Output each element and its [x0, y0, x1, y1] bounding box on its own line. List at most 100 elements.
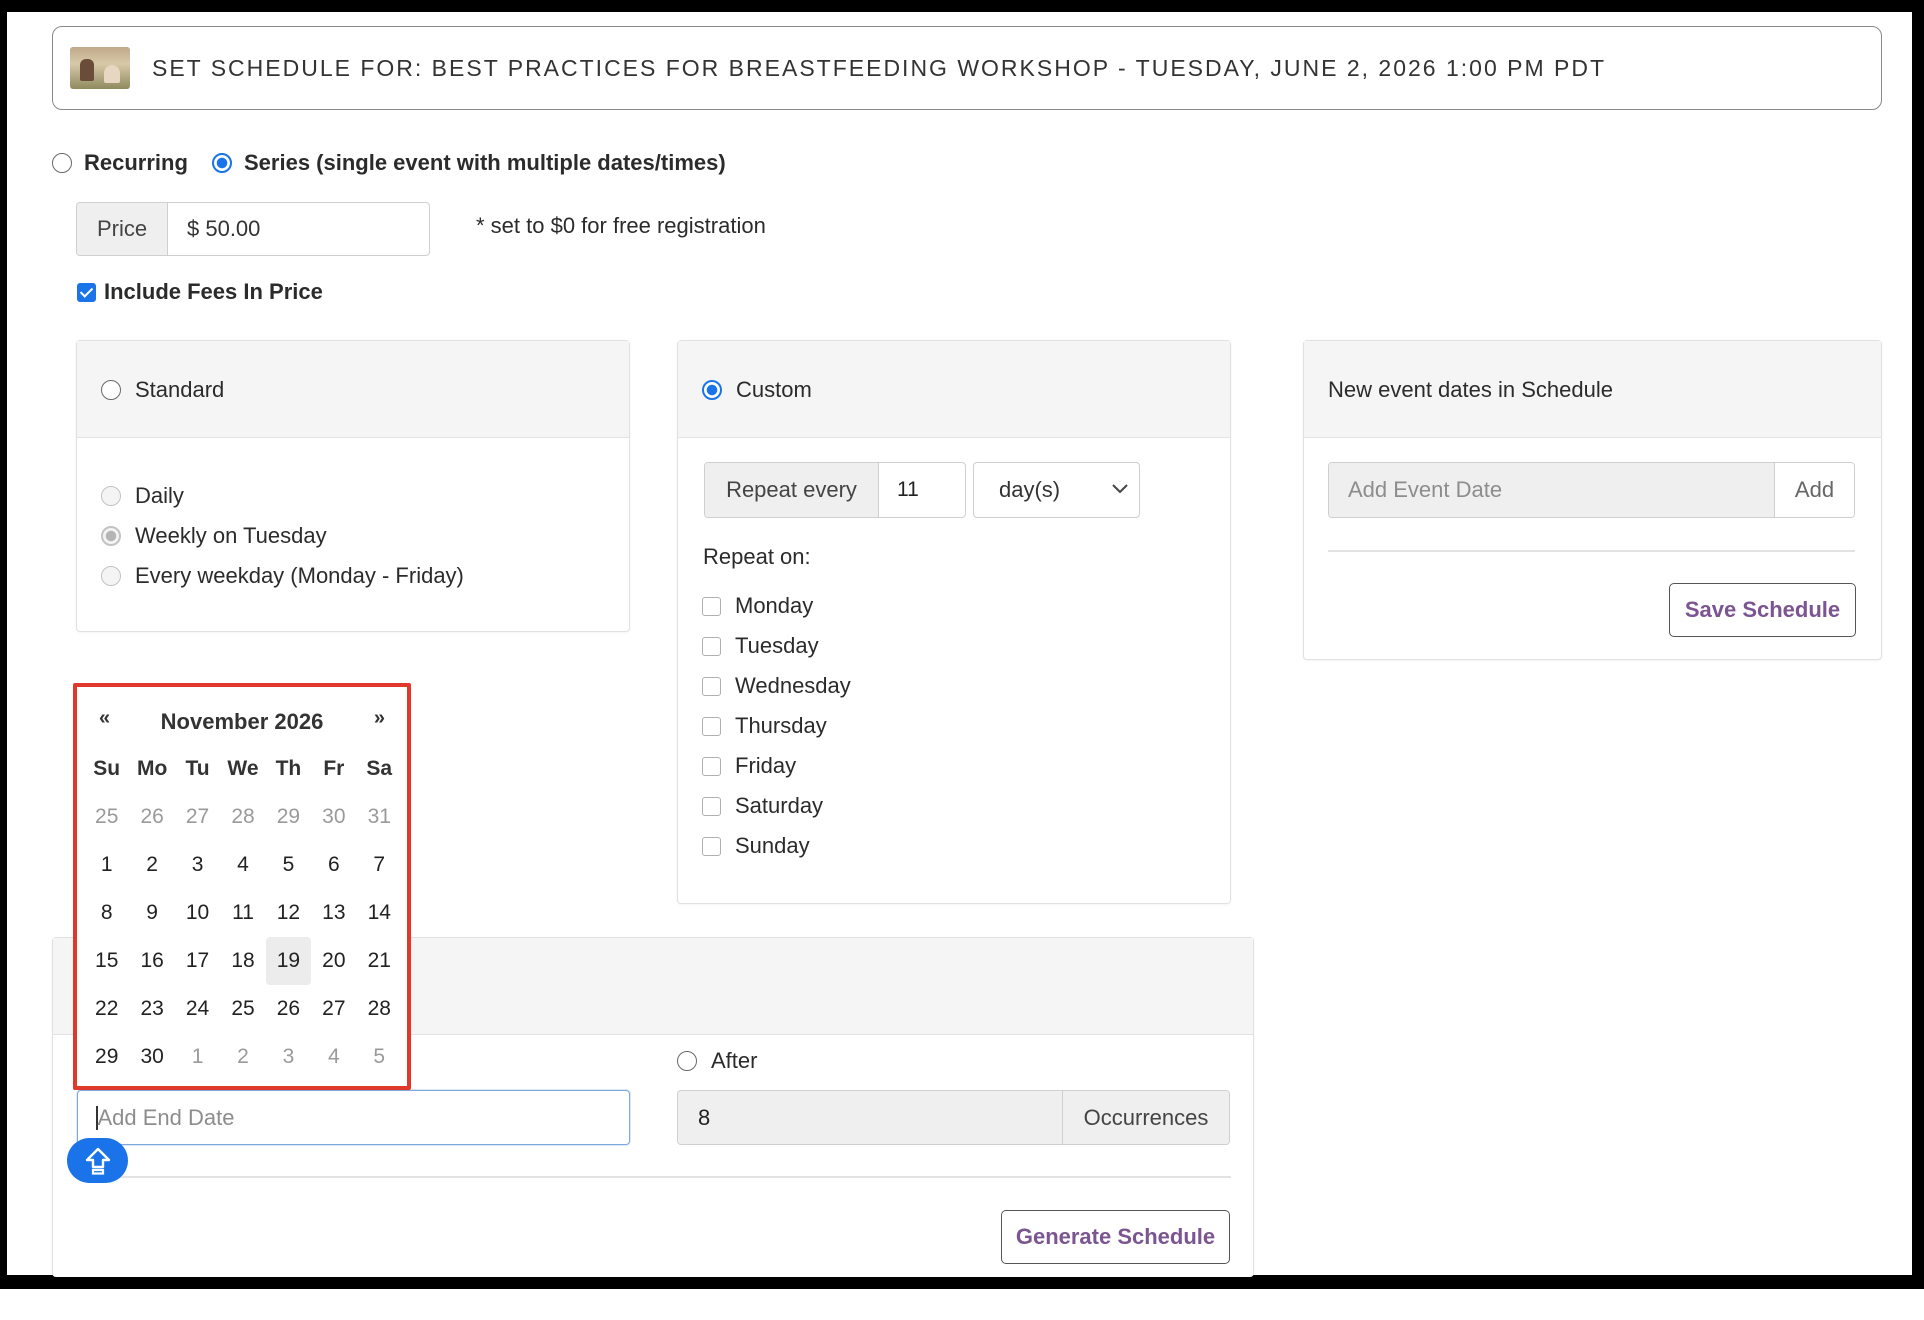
datepicker-day[interactable]: 8: [84, 889, 129, 937]
datepicker-day[interactable]: 25: [220, 985, 265, 1033]
datepicker-day[interactable]: 2: [129, 841, 174, 889]
datepicker-day[interactable]: 15: [84, 937, 129, 985]
datepicker-day[interactable]: 18: [220, 937, 265, 985]
day-friday[interactable]: Friday: [702, 753, 796, 779]
datepicker-day[interactable]: 28: [220, 793, 265, 841]
custom-radio[interactable]: [702, 380, 722, 400]
datepicker-day[interactable]: 2: [220, 1033, 265, 1081]
datepicker-day[interactable]: 13: [311, 889, 356, 937]
repeat-unit-select[interactable]: day(s): [973, 462, 1140, 518]
series-radio[interactable]: [212, 153, 232, 173]
sunday-checkbox[interactable]: [702, 836, 721, 856]
schedule-header: SET SCHEDULE FOR: BEST PRACTICES FOR BRE…: [52, 26, 1882, 110]
weekday-header: Su: [93, 757, 121, 780]
weekly-radio: [101, 526, 121, 546]
datepicker-day[interactable]: 30: [129, 1033, 174, 1081]
day-sunday[interactable]: Sunday: [702, 833, 810, 859]
datepicker-day[interactable]: 23: [129, 985, 174, 1033]
datepicker-day[interactable]: 26: [129, 793, 174, 841]
weekday-label: Every weekday (Monday - Friday): [135, 563, 464, 588]
repeat-every-group: Repeat every 11: [704, 462, 966, 518]
datepicker-day[interactable]: 6: [311, 841, 356, 889]
datepicker-day[interactable]: 27: [175, 793, 220, 841]
datepicker-day[interactable]: 12: [266, 889, 311, 937]
datepicker-prev-button[interactable]: «: [99, 707, 110, 730]
monday-checkbox[interactable]: [702, 596, 721, 616]
datepicker-day[interactable]: 30: [311, 793, 356, 841]
datepicker-day[interactable]: 9: [129, 889, 174, 937]
occurrences-input[interactable]: 8: [678, 1091, 1062, 1144]
datepicker-day[interactable]: 3: [175, 841, 220, 889]
include-fees-option[interactable]: Include Fees In Price: [77, 279, 323, 305]
datepicker-month-title[interactable]: November 2026: [77, 709, 407, 735]
end-date-placeholder: Add End Date: [97, 1104, 235, 1130]
datepicker-day[interactable]: 3: [266, 1033, 311, 1081]
add-event-date-group: Add Event Date Add: [1328, 462, 1855, 518]
datepicker-day[interactable]: 10: [175, 889, 220, 937]
generate-schedule-button[interactable]: Generate Schedule: [1001, 1210, 1230, 1264]
recurring-radio[interactable]: [52, 153, 72, 173]
datepicker-day[interactable]: 31: [357, 793, 402, 841]
custom-panel-header: Custom: [678, 341, 1230, 438]
end-date-input[interactable]: Add End Date: [77, 1090, 630, 1145]
datepicker-day[interactable]: 25: [84, 793, 129, 841]
day-wednesday[interactable]: Wednesday: [702, 673, 851, 699]
datepicker-day[interactable]: 29: [266, 793, 311, 841]
datepicker-day[interactable]: 11: [220, 889, 265, 937]
datepicker-day[interactable]: 14: [357, 889, 402, 937]
datepicker-day[interactable]: 16: [129, 937, 174, 985]
upload-shortcut-button[interactable]: [67, 1138, 128, 1183]
standard-daily-option: Daily: [101, 483, 184, 509]
datepicker-day[interactable]: 24: [175, 985, 220, 1033]
series-label: Series (single event with multiple dates…: [244, 150, 726, 175]
standard-option[interactable]: Standard: [101, 377, 224, 403]
friday-checkbox[interactable]: [702, 756, 721, 776]
saturday-checkbox[interactable]: [702, 796, 721, 816]
day-thursday[interactable]: Thursday: [702, 713, 827, 739]
datepicker-day[interactable]: 27: [311, 985, 356, 1033]
standard-weekday-option: Every weekday (Monday - Friday): [101, 563, 464, 589]
add-event-date-input[interactable]: Add Event Date: [1329, 463, 1774, 517]
after-radio[interactable]: [677, 1051, 697, 1071]
standard-panel-header: Standard: [77, 341, 629, 438]
thursday-checkbox[interactable]: [702, 716, 721, 736]
datepicker-day[interactable]: 22: [84, 985, 129, 1033]
datepicker-day[interactable]: 17: [175, 937, 220, 985]
save-schedule-button[interactable]: Save Schedule: [1669, 583, 1856, 637]
after-option[interactable]: After: [677, 1048, 757, 1074]
upload-arrow-icon: [85, 1147, 110, 1175]
standard-radio[interactable]: [101, 380, 121, 400]
add-event-date-button[interactable]: Add: [1774, 463, 1854, 517]
custom-option[interactable]: Custom: [702, 377, 812, 403]
chevron-down-icon: [1112, 484, 1128, 494]
day-monday[interactable]: Monday: [702, 593, 813, 619]
datepicker-day[interactable]: 5: [266, 841, 311, 889]
datepicker-day[interactable]: 4: [220, 841, 265, 889]
datepicker-day[interactable]: 4: [311, 1033, 356, 1081]
datepicker-day[interactable]: 1: [84, 841, 129, 889]
datepicker-day[interactable]: 7: [357, 841, 402, 889]
datepicker-next-button[interactable]: »: [374, 707, 385, 730]
day-saturday[interactable]: Saturday: [702, 793, 823, 819]
datepicker-day[interactable]: 20: [311, 937, 356, 985]
series-option[interactable]: Series (single event with multiple dates…: [212, 150, 726, 176]
datepicker-day-today[interactable]: 19: [265, 937, 312, 985]
friday-label: Friday: [735, 753, 797, 778]
include-fees-checkbox[interactable]: [77, 282, 96, 302]
weekday-header: Sa: [366, 757, 393, 780]
datepicker-grid: Su Mo Tu We Th Fr Sa 25 26 27 28 29 30 31 1 2 3 4 5 6 7 8 9 10 1…: [84, 745, 402, 1081]
datepicker-day[interactable]: 26: [266, 985, 311, 1033]
day-tuesday[interactable]: Tuesday: [702, 633, 819, 659]
weekday-header: Th: [275, 757, 302, 780]
datepicker-day[interactable]: 28: [357, 985, 402, 1033]
price-input[interactable]: $ 50.00: [168, 203, 429, 255]
datepicker-day[interactable]: 21: [357, 937, 402, 985]
recurring-option[interactable]: Recurring: [52, 150, 188, 176]
datepicker-day[interactable]: 1: [175, 1033, 220, 1081]
wednesday-checkbox[interactable]: [702, 676, 721, 696]
datepicker-day[interactable]: 5: [357, 1033, 402, 1081]
weekday-radio: [101, 566, 121, 586]
datepicker-day[interactable]: 29: [84, 1033, 129, 1081]
tuesday-checkbox[interactable]: [702, 636, 721, 656]
repeat-every-input[interactable]: 11: [879, 463, 965, 517]
